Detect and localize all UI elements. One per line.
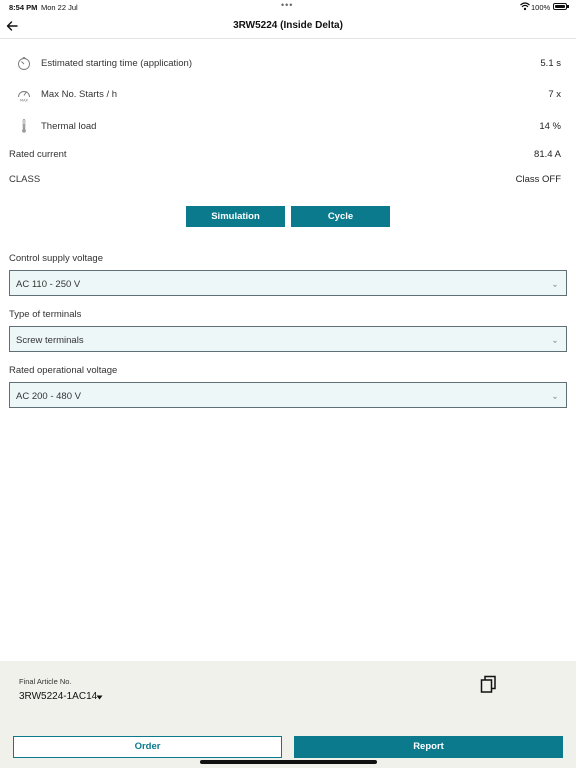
status-time: 8:54 PM <box>9 3 38 12</box>
chevron-down-icon <box>553 340 557 344</box>
home-indicator[interactable] <box>200 760 377 764</box>
metric-row-thermal-load: Thermal load 14 % <box>0 118 576 138</box>
select-value: AC 200 - 480 V <box>16 391 81 402</box>
metric-row-max-starts: MAX Max No. Starts / h 7 x <box>0 86 576 106</box>
final-article-number[interactable]: 3RW5224-1AC14 <box>19 691 97 702</box>
simulation-button[interactable]: Simulation <box>186 206 285 227</box>
rated-operational-voltage-select[interactable]: AC 200 - 480 V <box>9 382 567 408</box>
spec-label: CLASS <box>9 174 41 185</box>
chevron-down-icon <box>553 284 557 288</box>
order-button[interactable]: Order <box>13 736 282 758</box>
wifi-icon <box>520 2 530 11</box>
multitasking-dots[interactable]: ••• <box>281 0 293 10</box>
status-date: Mon 22 Jul <box>41 3 78 12</box>
spec-value: Class OFF <box>515 174 561 185</box>
metric-row-starting-time: Estimated starting time (application) 5.… <box>0 55 576 75</box>
page-title: 3RW5224 (Inside Delta) <box>233 20 343 31</box>
report-button[interactable]: Report <box>294 736 563 758</box>
control-supply-voltage-label: Control supply voltage <box>9 253 103 264</box>
select-value: AC 110 - 250 V <box>16 279 81 290</box>
type-of-terminals-select[interactable]: Screw terminals <box>9 326 567 352</box>
svg-text:MAX: MAX <box>20 99 29 103</box>
metric-value: 5.1 s <box>540 58 561 69</box>
control-supply-voltage-select[interactable]: AC 110 - 250 V <box>9 270 567 296</box>
metric-value: 7 x <box>548 89 561 100</box>
metric-label: Max No. Starts / h <box>41 89 118 100</box>
stopwatch-icon <box>18 57 30 70</box>
gauge-max-icon: MAX <box>18 91 30 103</box>
copy-icon[interactable] <box>479 674 499 694</box>
spec-value: 81.4 A <box>534 149 561 160</box>
final-article-label: Final Article No. <box>19 677 72 686</box>
navigation-bar: 3RW5224 (Inside Delta) <box>0 14 576 39</box>
metric-label: Estimated starting time (application) <box>41 58 193 69</box>
select-value: Screw terminals <box>16 335 84 346</box>
spec-label: Rated current <box>9 149 67 160</box>
battery-tip <box>567 5 569 8</box>
type-of-terminals-label: Type of terminals <box>9 309 82 320</box>
cycle-button[interactable]: Cycle <box>291 206 390 227</box>
rated-operational-voltage-label: Rated operational voltage <box>9 365 118 376</box>
spec-row-rated-current: Rated current 81.4 A <box>0 146 576 166</box>
status-bar: 8:54 PM Mon 22 Jul ••• 100% <box>0 0 576 14</box>
battery-icon <box>553 3 567 10</box>
chevron-down-icon <box>553 396 557 400</box>
caret-down-icon[interactable] <box>96 695 103 700</box>
battery-percentage: 100% <box>531 3 551 12</box>
spec-row-class: CLASS Class OFF <box>0 171 576 191</box>
thermometer-icon <box>22 119 26 133</box>
footer-panel: Final Article No. 3RW5224-1AC14 Order Re… <box>0 661 576 768</box>
metric-label: Thermal load <box>41 121 97 132</box>
metric-value: 14 % <box>539 121 561 132</box>
